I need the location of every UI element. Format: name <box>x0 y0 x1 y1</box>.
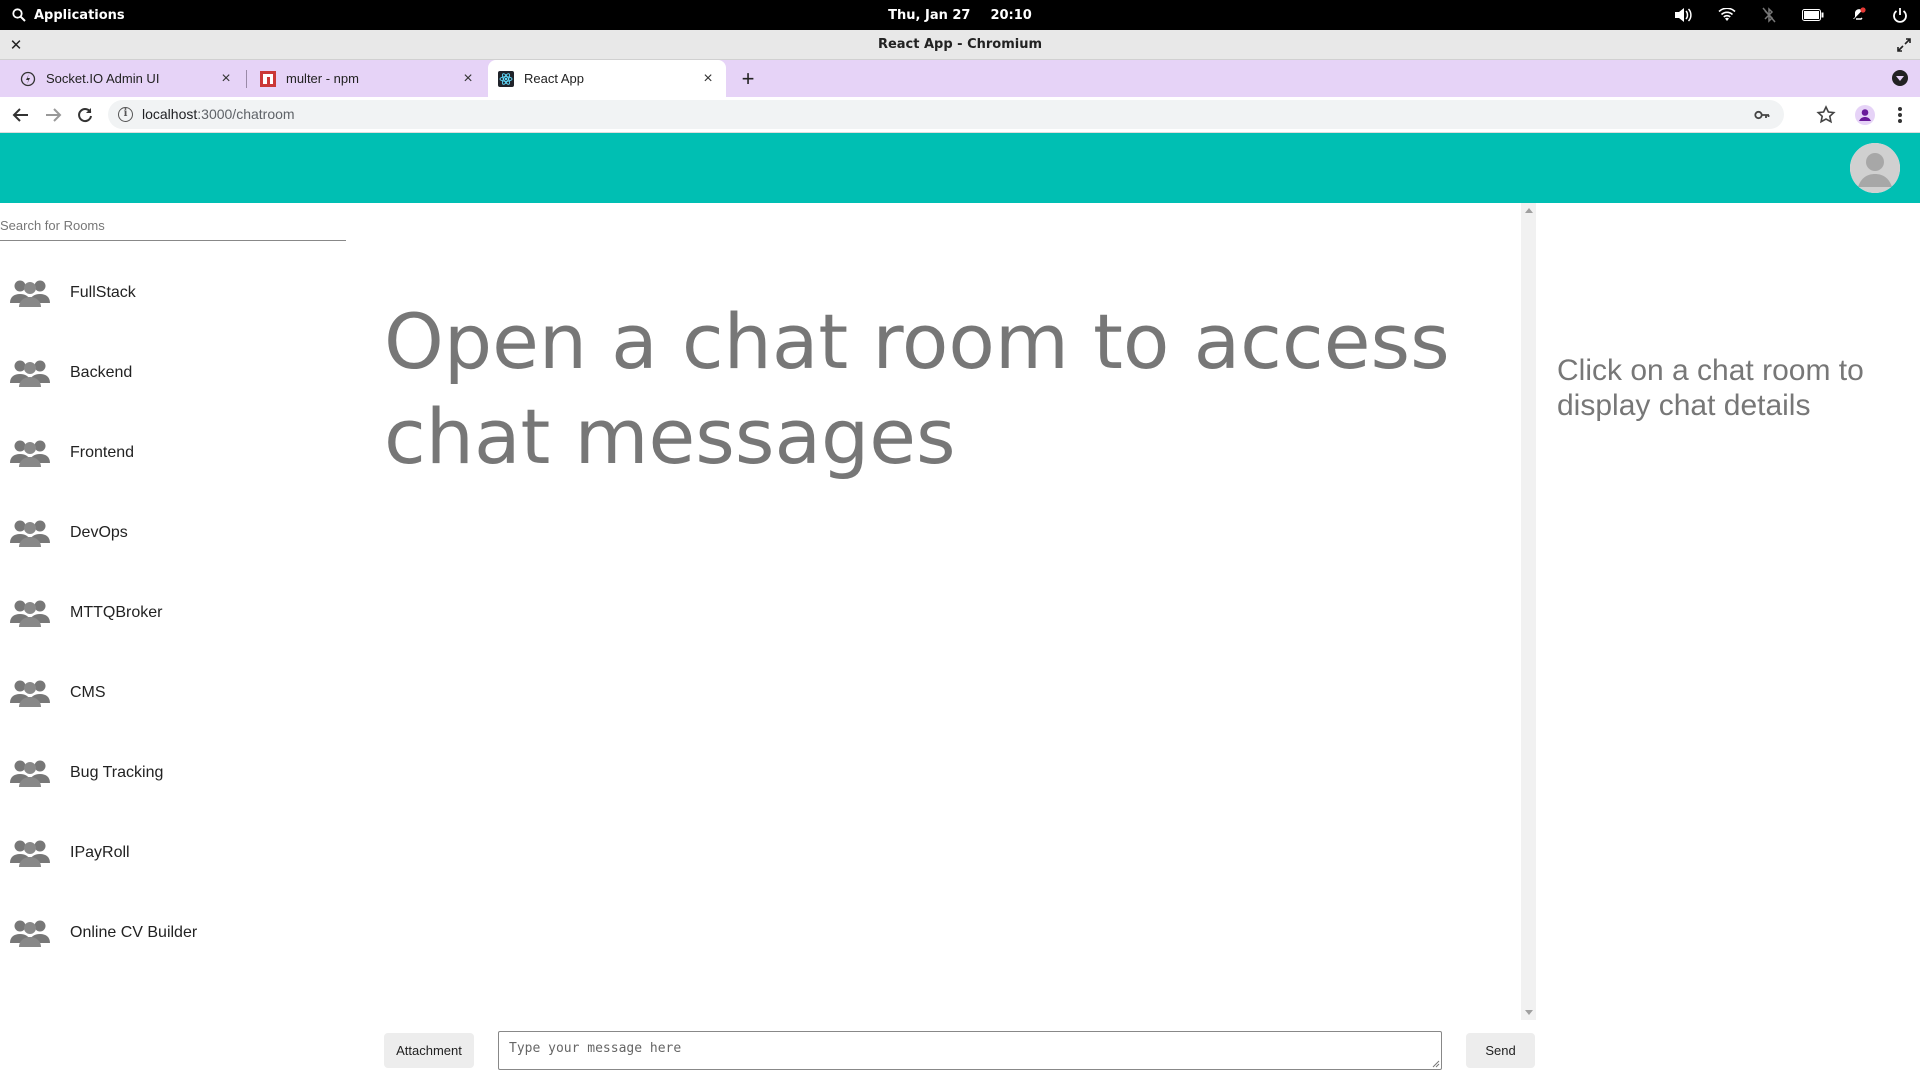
room-item-cms[interactable]: CMS <box>0 653 346 733</box>
system-top-bar: Applications Thu, Jan 27 20:10 <box>0 0 1920 30</box>
room-item-fullstack[interactable]: FullStack <box>0 253 346 333</box>
tab-close-icon[interactable]: × <box>698 69 718 89</box>
url-host: localhost <box>142 106 198 122</box>
room-label: Frontend <box>70 444 135 461</box>
room-item-mttqbroker[interactable]: MTTQBroker <box>0 573 346 653</box>
tab-react-app[interactable]: React App × <box>488 60 726 97</box>
clock-time: 20:10 <box>990 7 1032 23</box>
attachment-button[interactable]: Attachment <box>384 1033 474 1068</box>
clock[interactable]: Thu, Jan 27 20:10 <box>0 0 1920 30</box>
battery-icon[interactable] <box>1802 9 1824 21</box>
react-icon <box>498 70 514 87</box>
tab-label: Socket.IO Admin UI <box>46 71 160 86</box>
npm-icon <box>260 70 276 87</box>
room-label: DevOps <box>70 524 128 541</box>
chat-main-area: Open a chat room to access chat messages <box>346 203 1521 1023</box>
window-title: React App - Chromium <box>877 37 1043 52</box>
group-icon <box>10 520 50 547</box>
group-icon <box>10 680 50 707</box>
room-label: Backend <box>70 364 133 381</box>
details-hint: Click on a chat room to display chat det… <box>1557 354 1864 422</box>
group-icon <box>10 840 50 867</box>
key-icon[interactable] <box>1754 107 1770 123</box>
browser-toolbar: i localhost:3000/chatroom <box>0 97 1920 133</box>
group-icon <box>10 280 50 307</box>
room-label: MTTQBroker <box>70 604 163 621</box>
group-icon <box>10 440 50 467</box>
user-avatar[interactable] <box>1850 143 1900 193</box>
room-label: Online CV Builder <box>70 924 198 941</box>
volume-icon[interactable] <box>1674 7 1692 23</box>
tab-close-icon[interactable]: × <box>458 69 478 89</box>
socketio-icon <box>20 71 36 87</box>
resize-grip-icon[interactable] <box>1430 1058 1440 1068</box>
tab-separator <box>246 70 247 88</box>
window-restore-icon[interactable] <box>1896 37 1912 53</box>
tab-label: React App <box>524 71 584 86</box>
system-tray[interactable] <box>1674 0 1908 30</box>
address-bar[interactable]: i localhost:3000/chatroom <box>108 100 1784 129</box>
arrow-left-icon <box>12 108 28 122</box>
empty-chat-message: Open a chat room to access chat messages <box>384 297 1450 481</box>
app-header <box>0 133 1920 203</box>
reload-button[interactable] <box>73 103 97 127</box>
scroll-down-arrow-icon[interactable] <box>1525 1010 1533 1015</box>
wifi-icon[interactable] <box>1718 8 1736 22</box>
window-title-bar: React App - Chromium ✕ <box>0 30 1920 60</box>
reload-icon <box>78 108 92 123</box>
scroll-up-arrow-icon[interactable] <box>1525 208 1533 213</box>
room-label: Bug Tracking <box>70 764 164 781</box>
arrow-right-icon <box>46 108 62 122</box>
room-label: CMS <box>70 684 106 701</box>
room-item-online-cv-builder[interactable]: Online CV Builder <box>0 893 346 973</box>
room-label: FullStack <box>70 284 136 301</box>
tab-close-icon[interactable]: × <box>216 69 236 89</box>
more-menu-icon[interactable] <box>1890 103 1910 127</box>
power-icon[interactable] <box>1892 7 1908 23</box>
group-icon <box>10 760 50 787</box>
room-list: FullStack Backend Frontend DevOps MTTQBr… <box>0 253 346 973</box>
room-item-devops[interactable]: DevOps <box>0 493 346 573</box>
chat-details-panel: Click on a chat room to display chat det… <box>1537 203 1920 1080</box>
back-button[interactable] <box>9 103 33 127</box>
send-button[interactable]: Send <box>1466 1033 1535 1068</box>
chat-scrollbar[interactable] <box>1521 203 1536 1020</box>
profile-icon[interactable] <box>1854 104 1876 126</box>
applications-label: Applications <box>34 7 125 23</box>
room-label: IPayRoll <box>70 844 130 861</box>
new-tab-button[interactable]: + <box>736 67 760 91</box>
room-item-backend[interactable]: Backend <box>0 333 346 413</box>
tab-socketio-admin[interactable]: Socket.IO Admin UI × <box>0 60 244 97</box>
group-icon <box>10 360 50 387</box>
forward-button[interactable] <box>41 103 65 127</box>
tab-search-icon[interactable] <box>1892 70 1908 86</box>
room-item-ipayroll[interactable]: IPayRoll <box>0 813 346 893</box>
tab-strip: Socket.IO Admin UI × multer - npm × Reac… <box>0 60 1920 97</box>
room-search-input[interactable] <box>0 211 346 241</box>
bookmark-star-icon[interactable] <box>1814 103 1838 127</box>
message-input[interactable] <box>498 1031 1442 1070</box>
tab-label: multer - npm <box>286 71 359 86</box>
search-icon <box>12 8 26 22</box>
tab-multer-npm[interactable]: multer - npm × <box>248 60 486 97</box>
bluetooth-off-icon[interactable] <box>1762 7 1776 23</box>
room-sidebar: FullStack Backend Frontend DevOps MTTQBr… <box>0 203 346 1080</box>
group-icon <box>10 600 50 627</box>
notification-bell-icon[interactable] <box>1850 7 1866 23</box>
room-item-bug-tracking[interactable]: Bug Tracking <box>0 733 346 813</box>
group-icon <box>10 920 50 947</box>
url-path: :3000/chatroom <box>197 106 295 122</box>
room-item-frontend[interactable]: Frontend <box>0 413 346 493</box>
applications-menu[interactable]: Applications <box>12 0 125 30</box>
site-info-icon[interactable]: i <box>118 107 133 122</box>
avatar-icon <box>1850 143 1900 193</box>
url-text[interactable]: localhost:3000/chatroom <box>142 100 295 129</box>
clock-date: Thu, Jan 27 <box>888 7 971 23</box>
window-close-icon[interactable]: ✕ <box>8 37 24 53</box>
